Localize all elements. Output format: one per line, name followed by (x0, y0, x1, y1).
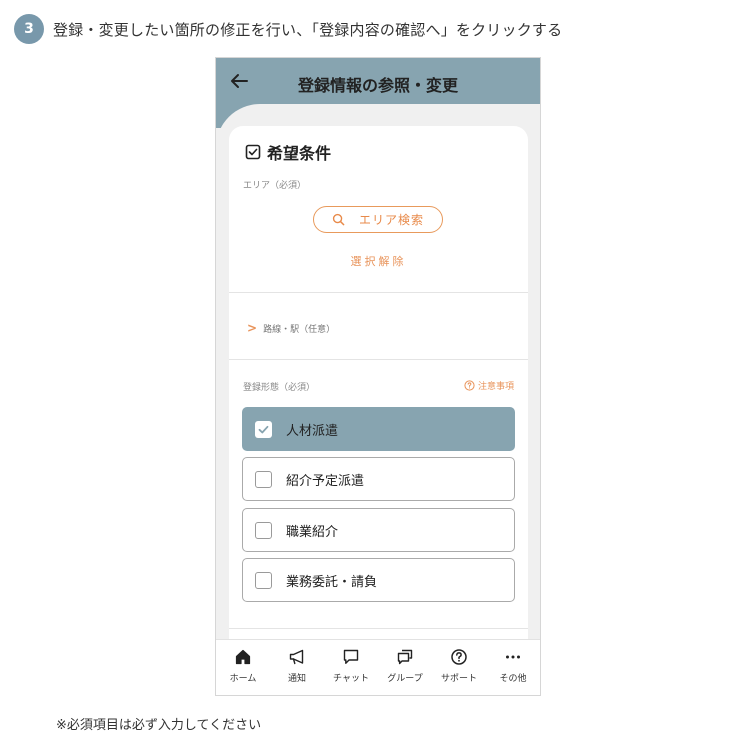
page-title: 登録情報の参照・変更 (297, 76, 458, 95)
checkbox-checked-icon (245, 144, 261, 160)
phone-screen: 登録情報の参照・変更 希望条件 エリア（必須） エリア検索 選択解除 > 路線・… (215, 57, 541, 696)
tab-home[interactable]: ホーム (216, 640, 270, 695)
tab-label: サポート (440, 674, 477, 684)
option-label: 職業紹介 (286, 524, 339, 540)
section-heading: 希望条件 (245, 140, 331, 164)
check-icon (258, 425, 269, 433)
home-icon (235, 649, 251, 665)
divider (229, 292, 528, 293)
notes-label: 注意事項 (477, 382, 514, 392)
tab-label: チャット (333, 674, 369, 684)
option-gyomu-itaku[interactable]: 業務委託・請負 (242, 558, 515, 602)
more-dots-icon (506, 655, 520, 659)
option-haken[interactable]: 人材派遣 (242, 407, 515, 451)
chat-icon (343, 649, 359, 664)
clear-selection-link[interactable]: 選択解除 (229, 253, 528, 269)
employment-type-label: 登録形態（必須） (243, 383, 316, 393)
step-number-badge: 3 (14, 14, 44, 44)
megaphone-icon (289, 649, 304, 665)
step-instruction: 3 登録・変更したい箇所の修正を行い、「登録内容の確認へ」をクリックする (14, 14, 562, 44)
required-fields-note: ※必須項目は必ず入力してください (56, 718, 262, 733)
option-label: 紹介予定派遣 (286, 473, 365, 489)
step-instruction-text: 登録・変更したい箇所の修正を行い、「登録内容の確認へ」をクリックする (53, 20, 563, 39)
tab-notifications[interactable]: 通知 (270, 640, 324, 695)
area-search-button[interactable]: エリア検索 (313, 206, 443, 233)
divider (229, 359, 528, 360)
checkbox[interactable] (255, 521, 272, 539)
preferences-card: 希望条件 エリア（必須） エリア検索 選択解除 > 路線・駅（任意） 登録形態（… (229, 126, 528, 646)
tab-chat[interactable]: チャット (324, 640, 378, 695)
route-station-link[interactable]: > 路線・駅（任意） (247, 321, 335, 335)
area-label: エリア（必須） (243, 181, 307, 191)
tab-label: 通知 (287, 674, 306, 684)
help-circle-icon (464, 380, 475, 391)
option-shokai-yotei-haken[interactable]: 紹介予定派遣 (242, 457, 515, 501)
option-label: 人材派遣 (286, 423, 339, 439)
tab-label: その他 (499, 674, 527, 684)
tab-label: ホーム (229, 674, 257, 684)
area-search-label: エリア検索 (358, 213, 424, 227)
group-chat-icon (397, 649, 413, 665)
option-label: 業務委託・請負 (286, 574, 378, 590)
section-heading-text: 希望条件 (267, 144, 332, 163)
option-shokugyo-shokai[interactable]: 職業紹介 (242, 508, 515, 552)
notes-link[interactable]: 注意事項 (464, 379, 514, 392)
tab-support[interactable]: サポート (432, 640, 486, 695)
help-circle-icon (451, 649, 467, 665)
checkbox[interactable] (255, 420, 272, 438)
checkbox[interactable] (255, 571, 272, 589)
bottom-tab-bar: ホーム 通知 チャット グループ サポート その他 (216, 639, 540, 695)
divider (229, 628, 528, 629)
search-icon (332, 213, 345, 226)
tab-label: グループ (387, 674, 423, 684)
tab-group[interactable]: グループ (378, 640, 432, 695)
tab-more[interactable]: その他 (486, 640, 540, 695)
route-station-label: 路線・駅（任意） (263, 324, 336, 335)
chevron-right-icon: > (247, 321, 258, 335)
checkbox[interactable] (255, 470, 272, 488)
